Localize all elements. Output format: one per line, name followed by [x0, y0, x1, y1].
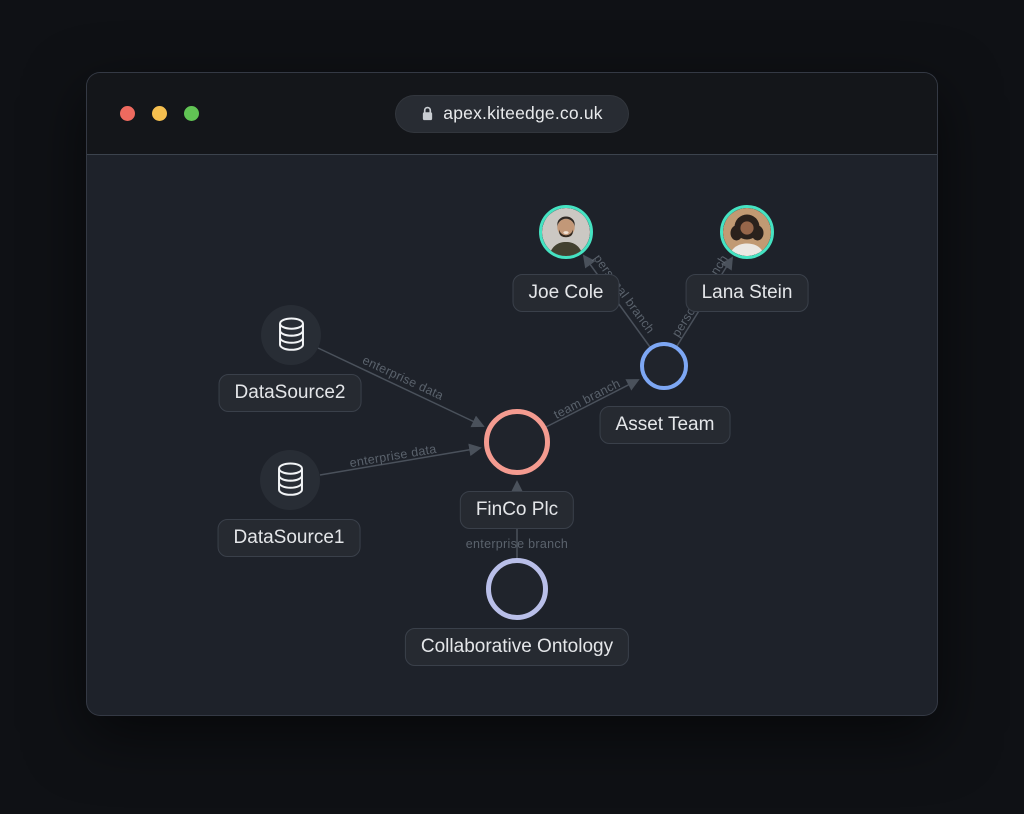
- node-asset-team[interactable]: [640, 342, 688, 390]
- node-collaborative-ontology[interactable]: [486, 558, 548, 620]
- label-finco-plc[interactable]: FinCo Plc: [460, 491, 574, 529]
- lock-icon: [421, 105, 434, 122]
- label-collaborative-ontology[interactable]: Collaborative Ontology: [405, 628, 629, 666]
- url-text: apex.kiteedge.co.uk: [443, 103, 602, 124]
- label-joe-cole[interactable]: Joe Cole: [513, 274, 620, 312]
- node-finco-plc[interactable]: [484, 409, 550, 475]
- label-lana-stein[interactable]: Lana Stein: [686, 274, 809, 312]
- browser-window: apex.kiteedge.co.uk enterprise data ente…: [86, 72, 938, 716]
- minimize-button[interactable]: [152, 106, 167, 121]
- edge-datasource1-finco: [320, 448, 480, 475]
- address-bar[interactable]: apex.kiteedge.co.uk: [395, 95, 628, 133]
- node-datasource1[interactable]: [260, 450, 320, 510]
- maximize-button[interactable]: [184, 106, 199, 121]
- titlebar: apex.kiteedge.co.uk: [87, 73, 937, 155]
- database-icon: [274, 461, 307, 500]
- traffic-lights: [120, 73, 199, 154]
- node-joe-cole[interactable]: [539, 205, 593, 259]
- joe-cole-avatar-image: [542, 208, 590, 256]
- node-lana-stein[interactable]: [720, 205, 774, 259]
- close-button[interactable]: [120, 106, 135, 121]
- node-datasource2[interactable]: [261, 305, 321, 365]
- graph-canvas: enterprise data enterprise data team bra…: [87, 155, 937, 716]
- lana-stein-avatar-image: [723, 208, 771, 256]
- label-datasource2[interactable]: DataSource2: [219, 374, 362, 412]
- label-datasource1[interactable]: DataSource1: [218, 519, 361, 557]
- database-icon: [275, 316, 308, 355]
- label-asset-team[interactable]: Asset Team: [600, 406, 731, 444]
